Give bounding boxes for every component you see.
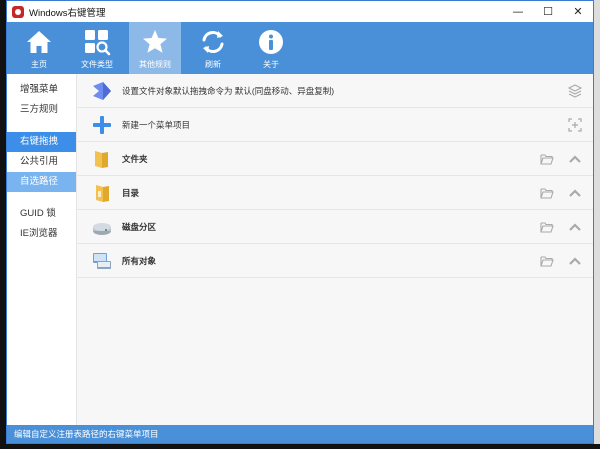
- sidebar-item-ie-browser[interactable]: IE浏览器: [7, 224, 76, 244]
- sidebar-item-public-reference[interactable]: 公共引用: [7, 152, 76, 172]
- window-controls: — ☐ ✕: [503, 1, 593, 22]
- open-folder-icon[interactable]: [539, 253, 555, 269]
- close-button[interactable]: ✕: [563, 1, 593, 22]
- toolbar-home-label: 主页: [31, 60, 47, 69]
- main-area: 增强菜单 三方规则 右键拖拽 公共引用 自选路径 GUID 锁 IE浏览器 设置…: [7, 74, 593, 425]
- list-item[interactable]: 新建一个菜单项目: [77, 108, 593, 142]
- list-item-label: 目录: [122, 187, 140, 198]
- sidebar-group-drag: 右键拖拽 公共引用 自选路径: [7, 132, 76, 192]
- sidebar-item-third-party-rules[interactable]: 三方规则: [7, 100, 76, 120]
- toolbar-about-label: 关于: [263, 60, 279, 69]
- sidebar: 增强菜单 三方规则 右键拖拽 公共引用 自选路径 GUID 锁 IE浏览器: [7, 74, 77, 425]
- info-icon: [259, 30, 283, 54]
- chevron-up-icon[interactable]: [567, 219, 583, 235]
- refresh-icon: [202, 31, 224, 53]
- list-item[interactable]: 目录: [77, 176, 593, 210]
- add-icon: [93, 115, 111, 134]
- list-item-label: 所有对象: [122, 255, 157, 266]
- layers-icon[interactable]: [567, 83, 583, 99]
- open-folder-icon[interactable]: [539, 185, 555, 201]
- chevron-up-icon[interactable]: [567, 151, 583, 167]
- sidebar-item-right-drag[interactable]: 右键拖拽: [7, 132, 76, 152]
- list-item-label: 文件夹: [122, 153, 148, 164]
- app-window: Windows右键管理 — ☐ ✕ 主页 文件类型 其他规则 刷新 关于 增强菜…: [6, 0, 594, 444]
- desktop-right-edge: [594, 0, 600, 449]
- file-search-icon: [85, 30, 111, 56]
- drag-command-icon: [93, 81, 111, 100]
- list-item-actions: [527, 142, 583, 176]
- list-item-actions: [555, 108, 583, 142]
- status-bar: 编辑自定义注册表路径的右键菜单项目: [7, 425, 593, 443]
- toolbar-about-button[interactable]: 关于: [245, 22, 297, 74]
- sidebar-item-enhanced-menu[interactable]: 增强菜单: [7, 80, 76, 100]
- main-toolbar: 主页 文件类型 其他规则 刷新 关于: [7, 22, 593, 74]
- rule-list: 设置文件对象默认拖拽命令为 默认(同盘移动、异盘复制) 新建一个菜单项目 文件夹…: [77, 74, 593, 425]
- chevron-up-icon[interactable]: [567, 253, 583, 269]
- toolbar-refresh-button[interactable]: 刷新: [187, 22, 239, 74]
- list-item[interactable]: 文件夹: [77, 142, 593, 176]
- star-icon: [143, 30, 167, 53]
- sidebar-item-custom-path[interactable]: 自选路径: [7, 172, 76, 192]
- folder-icon: [95, 150, 108, 168]
- home-icon: [27, 31, 51, 53]
- directory-icon: [96, 184, 109, 202]
- list-item-label: 新建一个菜单项目: [122, 119, 191, 130]
- sidebar-group-enhance: 增强菜单 三方规则: [7, 80, 76, 120]
- maximize-button[interactable]: ☐: [533, 1, 563, 22]
- window-title: Windows右键管理: [29, 7, 106, 19]
- open-folder-icon[interactable]: [539, 219, 555, 235]
- toolbar-file-types-label: 文件类型: [81, 60, 113, 69]
- toolbar-refresh-label: 刷新: [205, 60, 221, 69]
- list-item-label: 磁盘分区: [122, 221, 157, 232]
- list-item-actions: [527, 210, 583, 244]
- sidebar-item-guid-lock[interactable]: GUID 锁: [7, 204, 76, 224]
- add-box-icon[interactable]: [567, 117, 583, 133]
- all-objects-icon: [93, 252, 111, 269]
- chevron-up-icon[interactable]: [567, 185, 583, 201]
- toolbar-home-button[interactable]: 主页: [13, 22, 65, 74]
- open-folder-icon[interactable]: [539, 151, 555, 167]
- minimize-button[interactable]: —: [503, 1, 533, 22]
- title-bar[interactable]: Windows右键管理 — ☐ ✕: [7, 1, 593, 22]
- list-item-actions: [555, 74, 583, 108]
- toolbar-other-rules-label: 其他规则: [139, 60, 171, 69]
- disk-icon: [93, 222, 111, 235]
- list-item-label: 设置文件对象默认拖拽命令为 默认(同盘移动、异盘复制): [122, 85, 335, 96]
- list-item[interactable]: 磁盘分区: [77, 210, 593, 244]
- sidebar-group-misc: GUID 锁 IE浏览器: [7, 204, 76, 244]
- list-item[interactable]: 所有对象: [77, 244, 593, 278]
- list-item[interactable]: 设置文件对象默认拖拽命令为 默认(同盘移动、异盘复制): [77, 74, 593, 108]
- desktop-bottom-edge: [0, 444, 600, 449]
- toolbar-other-rules-button[interactable]: 其他规则: [129, 22, 181, 74]
- list-item-actions: [527, 244, 583, 278]
- list-item-actions: [527, 176, 583, 210]
- app-logo-icon: [12, 5, 24, 18]
- toolbar-file-types-button[interactable]: 文件类型: [71, 22, 123, 74]
